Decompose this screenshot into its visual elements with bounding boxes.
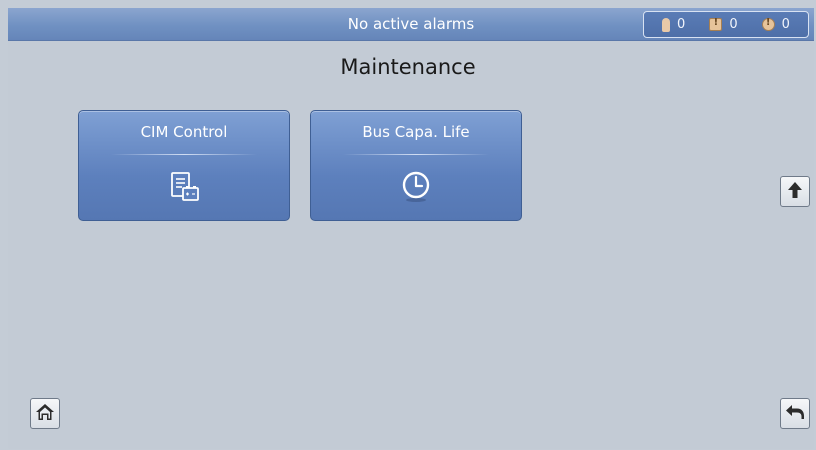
critical-count-value: 0 <box>677 17 686 32</box>
major-alarm-count: 0 <box>709 17 738 32</box>
bus-capa-life-label: Bus Capa. Life <box>362 123 470 141</box>
home-icon <box>35 403 55 425</box>
back-button[interactable] <box>780 398 810 429</box>
major-alarm-icon <box>709 17 723 31</box>
scroll-up-button[interactable] <box>780 176 810 207</box>
tile-divider <box>111 154 257 155</box>
critical-alarm-count: 0 <box>662 17 685 32</box>
cim-control-tile[interactable]: CIM Control <box>78 110 290 221</box>
cim-control-label: CIM Control <box>140 123 228 141</box>
minor-alarm-count: 0 <box>761 17 790 32</box>
minor-alarm-icon <box>761 17 775 31</box>
clock-icon <box>398 169 434 205</box>
major-count-value: 0 <box>729 17 738 32</box>
status-bar: No active alarms 0 0 0 <box>8 8 814 41</box>
arrow-up-icon <box>787 181 803 203</box>
document-battery-icon <box>166 169 202 205</box>
minor-count-value: 0 <box>781 17 790 32</box>
home-button[interactable] <box>30 398 60 429</box>
alarm-counts-panel[interactable]: 0 0 0 <box>643 11 809 38</box>
back-arrow-icon <box>785 404 805 424</box>
tile-divider <box>343 154 489 155</box>
bus-capa-life-tile[interactable]: Bus Capa. Life <box>310 110 522 221</box>
page-title: Maintenance <box>340 55 476 79</box>
critical-alarm-icon <box>662 17 671 32</box>
